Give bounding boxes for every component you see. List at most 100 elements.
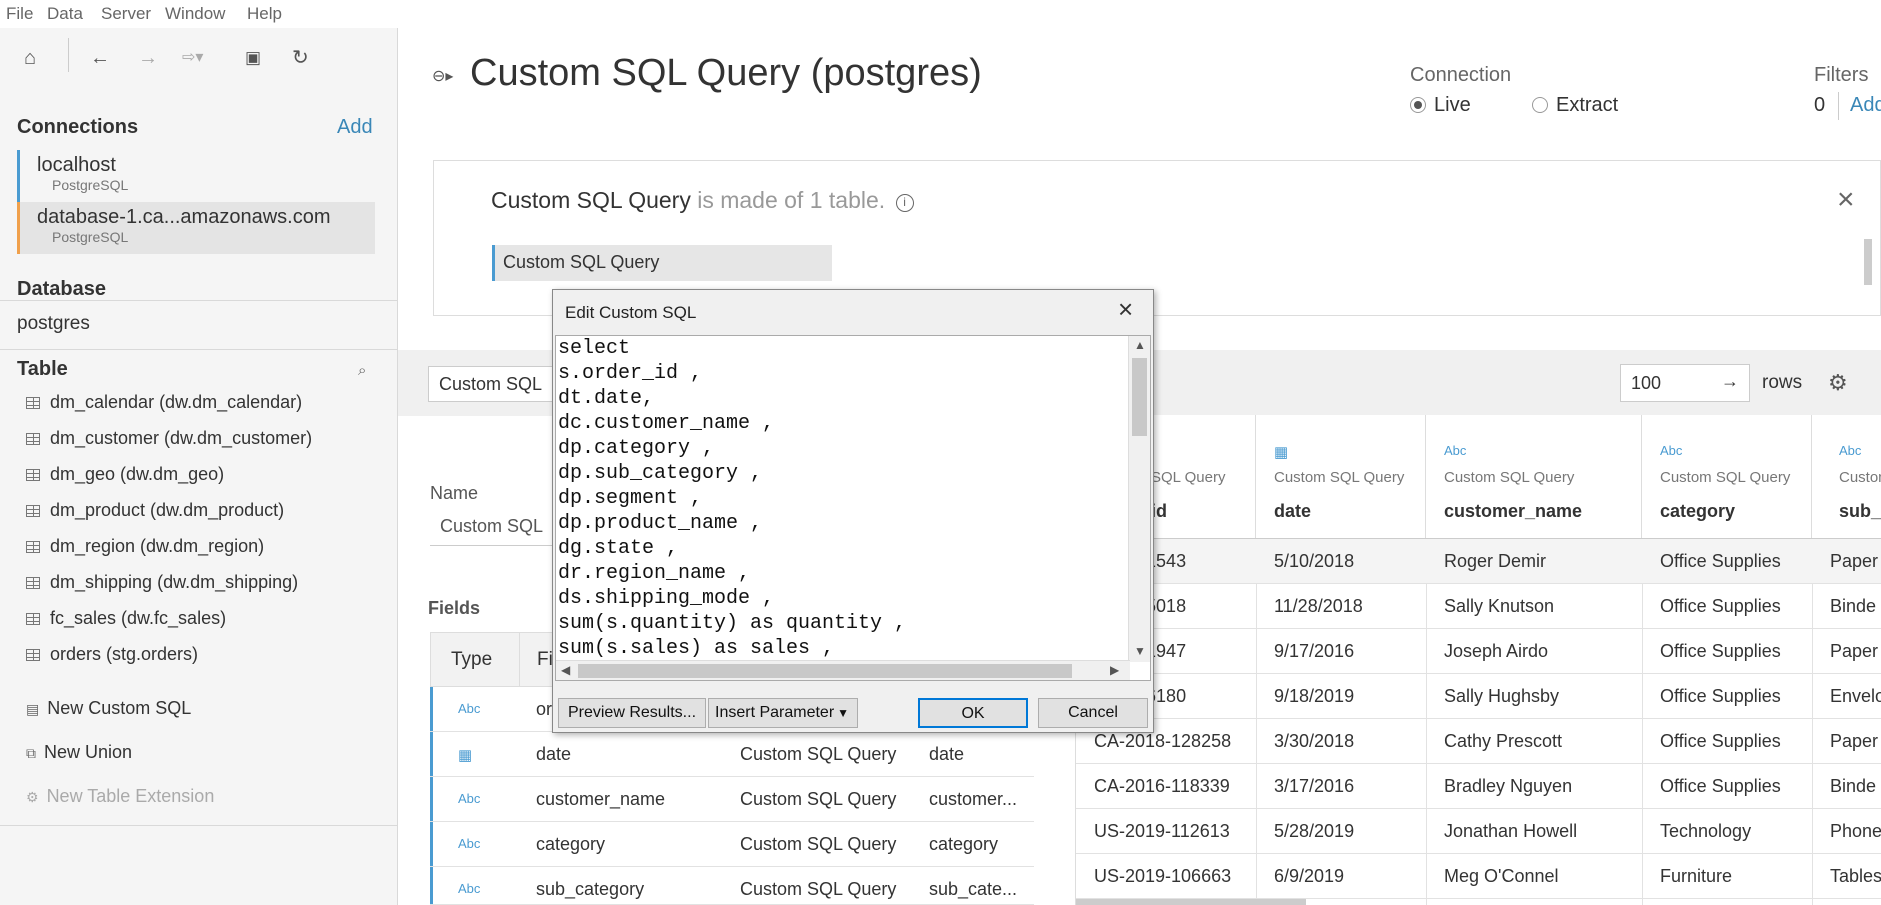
table-row[interactable]: -19-106180 9/18/2019 Sally Hughsby Offic…	[1076, 674, 1881, 719]
close-icon[interactable]: ×	[1837, 185, 1855, 215]
scroll-up-icon[interactable]: ▲	[1134, 338, 1146, 352]
datasource-icon[interactable]: ⊖▸	[432, 66, 453, 86]
table-item-label: dm_product (dw.dm_product)	[50, 500, 285, 520]
calendar-icon[interactable]: ▦	[458, 746, 472, 764]
filters-add-link[interactable]: Add	[1850, 94, 1881, 117]
field-name[interactable]: category	[536, 834, 605, 855]
grid-scrollbar[interactable]	[1076, 899, 1306, 905]
arrow-right-icon[interactable]: →	[1721, 371, 1739, 392]
column-header[interactable]: ▦ Custom SQL Query date	[1256, 415, 1426, 539]
column-header[interactable]: Abc Custom SQL Query category	[1642, 415, 1812, 539]
horizontal-scrollbar[interactable]: ◀ ▶	[556, 660, 1130, 680]
table-chip[interactable]: Custom SQL Query	[492, 245, 832, 281]
new-custom-sql-link[interactable]: ▤ New Custom SQL	[26, 698, 191, 719]
column-header[interactable]: Abc Custom sub_ca	[1812, 415, 1881, 539]
source-selector[interactable]: Custom SQL	[428, 366, 558, 402]
info-icon[interactable]: i	[895, 194, 914, 212]
menu-file[interactable]: File	[6, 4, 33, 24]
scroll-down-icon[interactable]: ▼	[1134, 644, 1146, 658]
string-type-icon[interactable]: Abc	[458, 791, 480, 806]
back-icon[interactable]: ←	[90, 48, 110, 68]
cell: 5/28/2019	[1274, 821, 1355, 841]
scroll-right-icon[interactable]: ▶	[1110, 663, 1119, 677]
save-icon[interactable]: ▣	[245, 48, 261, 68]
table-item[interactable]: dm_product (dw.dm_product)	[26, 500, 284, 521]
table-row[interactable]: US-2019-112613 5/28/2019 Jonathan Howell…	[1076, 809, 1881, 854]
table-item[interactable]: dm_shipping (dw.dm_shipping)	[26, 572, 298, 593]
cell: Tables	[1830, 866, 1881, 886]
connection-localhost[interactable]: localhost PostgreSQL	[17, 150, 375, 202]
connection-database-1[interactable]: database-1.ca...amazonaws.com PostgreSQL	[17, 202, 375, 254]
column-name: date	[1274, 501, 1312, 521]
new-union-link[interactable]: ⧉ New Union	[26, 742, 132, 763]
sql-code[interactable]: select s.order_id , dt.date, dc.customer…	[558, 336, 906, 661]
table-row[interactable]: -18-161543 5/10/2018 Roger Demir Office …	[1076, 539, 1881, 584]
field-name-header[interactable]: Fi	[537, 649, 553, 671]
table-item[interactable]: dm_geo (dw.dm_geo)	[26, 464, 224, 485]
string-type-icon[interactable]: Abc	[458, 701, 480, 716]
table-item[interactable]: orders (stg.orders)	[26, 644, 198, 665]
name-input[interactable]: Custom SQL	[430, 512, 570, 546]
ok-button[interactable]: OK	[918, 698, 1028, 728]
close-icon[interactable]: ×	[1118, 296, 1133, 322]
table-row[interactable]: -16-131947 9/17/2016 Joseph Airdo Office…	[1076, 629, 1881, 674]
extension-icon: ⚙	[26, 789, 39, 805]
cell: CA-2018-128258	[1094, 731, 1232, 751]
field-name[interactable]: sub_category	[536, 879, 644, 900]
table-row[interactable]: CA-2016-118339 3/17/2016 Bradley Nguyen …	[1076, 764, 1881, 809]
menu-data[interactable]: Data	[47, 4, 83, 24]
menu-help[interactable]: Help	[247, 4, 282, 24]
field-name[interactable]: or	[536, 699, 552, 720]
sql-editor[interactable]: select s.order_id , dt.date, dc.customer…	[555, 335, 1151, 681]
table-item[interactable]: dm_calendar (dw.dm_calendar)	[26, 392, 302, 413]
canvas-scrollbar[interactable]	[1864, 239, 1872, 285]
refresh-icon[interactable]: ↻	[292, 48, 309, 68]
field-row[interactable]: Abc customer_name Custom SQL Query custo…	[430, 777, 1034, 822]
preview-results-button[interactable]: Preview Results...	[558, 698, 706, 728]
menu-server[interactable]: Server	[101, 4, 151, 24]
string-type-icon[interactable]: Abc	[458, 881, 480, 896]
field-name[interactable]: customer_name	[536, 789, 665, 810]
vertical-scrollbar[interactable]: ▲ ▼	[1128, 336, 1150, 662]
search-icon[interactable]: ⌕	[358, 362, 366, 379]
field-name[interactable]: date	[536, 744, 571, 765]
column-header[interactable]: Abc Custom SQL Query customer_name	[1426, 415, 1642, 539]
scroll-thumb[interactable]	[1132, 358, 1147, 436]
live-radio[interactable]: Live	[1410, 94, 1471, 117]
string-type-icon: Abc	[1660, 443, 1683, 458]
column-source: Custom SQL Query	[1444, 469, 1575, 486]
rows-input[interactable]: 100 →	[1620, 364, 1750, 402]
gear-icon[interactable]: ⚙	[1828, 370, 1848, 396]
string-type-icon[interactable]: Abc	[458, 836, 480, 851]
insert-parameter-button[interactable]: Insert Parameter ▼	[708, 698, 858, 728]
table-item[interactable]: fc_sales (dw.fc_sales)	[26, 608, 226, 629]
forward-icon[interactable]: →	[138, 48, 158, 68]
field-row[interactable]: Abc category Custom SQL Query category	[430, 822, 1034, 867]
scroll-left-icon[interactable]: ◀	[561, 663, 570, 677]
menu-window[interactable]: Window	[165, 4, 225, 24]
table-row[interactable]: CA-2018-128258 3/30/2018 Cathy Prescott …	[1076, 719, 1881, 764]
table-item[interactable]: dm_customer (dw.dm_customer)	[26, 428, 312, 449]
divider	[0, 349, 398, 350]
table-row[interactable]: -18-105018 11/28/2018 Sally Knutson Offi…	[1076, 584, 1881, 629]
redo-dropdown-icon[interactable]: ⇨▾	[182, 48, 203, 68]
field-row[interactable]: Abc sub_category Custom SQL Query sub_ca…	[430, 867, 1034, 905]
cell: Sally Knutson	[1444, 596, 1555, 616]
page-title[interactable]: Custom SQL Query (postgres)	[470, 52, 982, 95]
table-row[interactable]: US-2019-106663 6/9/2019 Meg O'Connel Fur…	[1076, 854, 1881, 899]
action-label: New Union	[44, 742, 133, 762]
cell: Joseph Airdo	[1444, 641, 1549, 661]
table-item[interactable]: dm_region (dw.dm_region)	[26, 536, 264, 557]
new-table-extension-link[interactable]: ⚙ New Table Extension	[26, 786, 214, 807]
add-connection-link[interactable]: Add	[337, 116, 373, 139]
cell: Envelo	[1830, 686, 1881, 706]
database-value[interactable]: postgres	[17, 313, 90, 335]
extract-radio[interactable]: Extract	[1532, 94, 1618, 117]
scroll-thumb[interactable]	[578, 664, 1072, 678]
cancel-button[interactable]: Cancel	[1038, 698, 1148, 728]
type-header[interactable]: Type	[451, 649, 492, 671]
panel-desc-text: is made of 1 table.	[690, 187, 886, 213]
home-icon[interactable]: ⌂	[24, 48, 36, 68]
field-row[interactable]: ▦ date Custom SQL Query date	[430, 732, 1034, 777]
string-type-icon: Abc	[1444, 443, 1467, 458]
